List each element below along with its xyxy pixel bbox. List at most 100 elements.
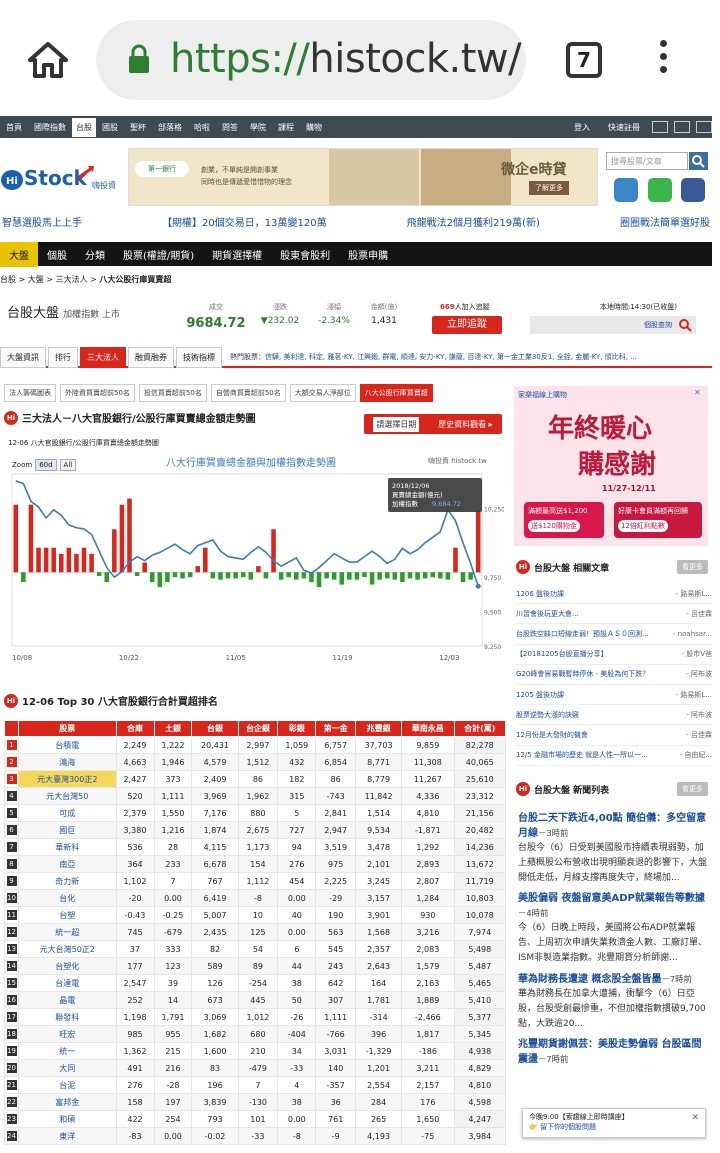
- subnav-tab[interactable]: 融資融券: [128, 346, 174, 368]
- chart-bar[interactable]: [324, 572, 329, 579]
- chart-bar[interactable]: [377, 572, 382, 580]
- chart-icon[interactable]: [674, 121, 690, 133]
- chart-bar[interactable]: [96, 572, 102, 576]
- chart-bar[interactable]: [354, 572, 360, 580]
- related-article[interactable]: 股票逆勢大漲的訣竅 - 阿布波: [516, 705, 712, 726]
- stock-name-link[interactable]: 台塑: [18, 906, 117, 924]
- history-data-button[interactable]: 歷史資料觀看 ▸: [438, 419, 493, 430]
- topnav-item[interactable]: 台股: [72, 117, 96, 137]
- chart-bar[interactable]: [400, 572, 405, 583]
- overflow-menu-icon[interactable]: [656, 40, 670, 80]
- stock-name-link[interactable]: 台積電: [18, 736, 117, 754]
- chart-bar[interactable]: [384, 572, 390, 579]
- subnav-tab[interactable]: 三大法人: [80, 346, 126, 368]
- chart-bar[interactable]: [240, 572, 246, 578]
- related-article-title[interactable]: 【20181205台股直播分享】: [516, 649, 608, 659]
- home-icon[interactable]: [26, 38, 70, 82]
- follow-button[interactable]: 立即追蹤: [432, 316, 502, 334]
- mainnav-item[interactable]: 個股: [38, 247, 76, 262]
- marquee-link[interactable]: 飛龍戰法2個月獲利219萬(新): [405, 214, 542, 230]
- line-icon[interactable]: [648, 178, 672, 202]
- marquee-link[interactable]: 【期權】20個交易日，13萬變120萬: [160, 214, 329, 230]
- chart-bar[interactable]: [256, 566, 261, 573]
- table-row[interactable]: 13 元大台灣50正2 37 333 82 54 6 545 2,357 2,083 5,498: [4, 940, 507, 958]
- related-article[interactable]: 川習會後玩更大會... - 呂佳霖: [516, 604, 712, 625]
- search-icon[interactable]: [689, 152, 708, 170]
- chart-bar[interactable]: [271, 529, 276, 573]
- hot-stocks[interactable]: 熱門股票：信驊, 美利達, 科定, 雅茗-KY, 江興鍛, 群電, 順達, 安力…: [230, 352, 637, 362]
- chart-bar[interactable]: [453, 547, 458, 573]
- topnav-item[interactable]: 課程: [272, 122, 300, 133]
- subnav-tab[interactable]: 大盤資訊: [0, 346, 46, 368]
- chart-bar[interactable]: [81, 547, 87, 573]
- table-row[interactable]: 15 台達電 2,547 39 126 -254 38 642 164 2,163 5,465: [4, 974, 507, 992]
- chart-bar[interactable]: [438, 572, 443, 579]
- chart-bar[interactable]: [294, 572, 299, 580]
- chart-bar[interactable]: [28, 504, 34, 573]
- related-article[interactable]: 12月份是大發財的機會 - 呂佳霖: [516, 725, 712, 746]
- stock-name-link[interactable]: 元大台灣50正2: [18, 940, 117, 958]
- related-article[interactable]: 【20181205台股直播分享】 - 股市V爸: [516, 645, 712, 665]
- table-row[interactable]: 11 台塑 -0.43 -0.25 5,007 10 40 190 3,901 930 10,078: [4, 906, 507, 924]
- search-input[interactable]: 搜尋股票/文章: [606, 152, 688, 170]
- topnav-item[interactable]: 國際指數: [28, 122, 72, 133]
- table-row[interactable]: 1 台積電 2,249 1,222 20,431 2,997 1,059 6,757 37,70…: [4, 736, 507, 754]
- topnav-item[interactable]: 問答: [216, 122, 244, 133]
- stock-name-link[interactable]: 華新科: [18, 838, 117, 856]
- chart-bar[interactable]: [66, 547, 72, 573]
- table-row[interactable]: 24 東洋 -83 0.00 -0.02 -33 -8 -9 4,193 -75 3,984: [4, 1127, 507, 1145]
- topnav-item[interactable]: 部落格: [152, 122, 188, 133]
- chart-bar[interactable]: [301, 572, 307, 579]
- chart-bar[interactable]: [445, 572, 451, 580]
- institutional-tab[interactable]: 外陸資買賣超前50名: [60, 384, 135, 402]
- stock-name-link[interactable]: 鴻海: [18, 753, 117, 771]
- chart-bar[interactable]: [134, 572, 140, 576]
- chart-bar[interactable]: [331, 572, 337, 580]
- mainnav-item[interactable]: 大盤: [0, 241, 38, 267]
- table-row[interactable]: 2 鴻海 4,663 1,946 4,579 1,512 432 6,854 8,771 11,3…: [4, 753, 507, 771]
- chart-bar[interactable]: [316, 572, 322, 588]
- chart-bar[interactable]: [475, 510, 481, 573]
- table-row[interactable]: 12 統一超 745 -679 2,435 125 0.00 563 1,568 3,216 7,9…: [4, 923, 507, 941]
- institutional-tab[interactable]: 法人籌碼圖表: [4, 384, 56, 402]
- chart-bar[interactable]: [369, 572, 375, 585]
- related-article-title[interactable]: G20峰會貿易戰暫時停休 - 美股為何下跌？: [516, 669, 649, 679]
- chart-bar[interactable]: [430, 572, 435, 578]
- marquee-link[interactable]: 圈圈戰法簡單選好股: [618, 214, 712, 230]
- table-row[interactable]: 17 聯發科 1,198 1,791 3,069 1,012 -26 1,111 -314 -2,…: [4, 1008, 507, 1026]
- news-item[interactable]: 台股二天下跌近4,00點 簡伯儀：多空留意月線－3時前 台股今（6）日受到美國股市…: [518, 812, 708, 886]
- topnav-item[interactable]: 哈啦: [188, 122, 216, 133]
- news-headline-text[interactable]: 美股偏弱 夜盤留意美ADP就業報告等數據: [518, 893, 705, 904]
- topnav-item[interactable]: 首頁: [0, 122, 28, 133]
- stock-name-link[interactable]: 元大台灣50: [18, 787, 117, 805]
- table-row[interactable]: 14 台塑化 177 123 589 89 44 243 2,643 1,579 5,487: [4, 957, 507, 975]
- chart-bar[interactable]: [157, 572, 163, 588]
- news-headline[interactable]: 美股偏弱 夜盤留意美ADP就業報告等數據 －4時前: [518, 892, 708, 921]
- news-more-button[interactable]: 看更多: [677, 782, 708, 796]
- login-link[interactable]: 登入: [568, 122, 596, 133]
- related-article[interactable]: 12/5 金融市場的歷史 就是人性一所以一... - 自由紀...: [516, 746, 712, 766]
- related-article[interactable]: 1206 盤後功課 - 路易斯L...: [516, 584, 712, 605]
- bank-trading-chart[interactable]: 10,250 9,750 9,500 9,250 10/08 10/22 11/05 11/1…: [8, 470, 504, 670]
- institutional-tab[interactable]: 大額交易人淨部位: [289, 384, 356, 402]
- url-text[interactable]: https://histock.tw/: [170, 36, 522, 82]
- news-headline[interactable]: 兆豐期貨謝佩芸：美股走勢偏弱 台股區間震盪－7時前: [518, 1038, 708, 1067]
- chart-bar[interactable]: [362, 572, 367, 578]
- chart-bar[interactable]: [149, 572, 155, 583]
- chart-bar[interactable]: [74, 553, 79, 573]
- chart-bar[interactable]: [263, 572, 269, 579]
- table-row[interactable]: 5 可成 2,379 1,550 7,176 880 5 2,841 1,514 4,810 21,…: [4, 804, 507, 822]
- chart-bar[interactable]: [392, 572, 398, 580]
- chart-bar[interactable]: [415, 572, 420, 580]
- table-row[interactable]: 9 奇力新 1,102 7 767 1,112 454 2,225 3,245 2,807 11,7…: [4, 872, 507, 890]
- chart-bar[interactable]: [36, 547, 41, 573]
- related-article-title[interactable]: 1206 盤後功課: [516, 589, 564, 599]
- institutional-tab[interactable]: 自營商買賣超前50名: [210, 384, 286, 402]
- mail-icon[interactable]: [652, 121, 668, 133]
- news-item[interactable]: 美股偏弱 夜盤留意美ADP就業報告等數據 －4時前 今（6）日晚上時段，美國將公布A…: [518, 892, 708, 966]
- chart-bar[interactable]: [468, 572, 473, 580]
- stock-name-link[interactable]: 旺宏: [18, 1025, 117, 1043]
- banner-cta[interactable]: 了解更多: [529, 181, 569, 195]
- mainnav-item[interactable]: 股東會股利: [271, 247, 339, 262]
- index-last-point[interactable]: [475, 583, 481, 589]
